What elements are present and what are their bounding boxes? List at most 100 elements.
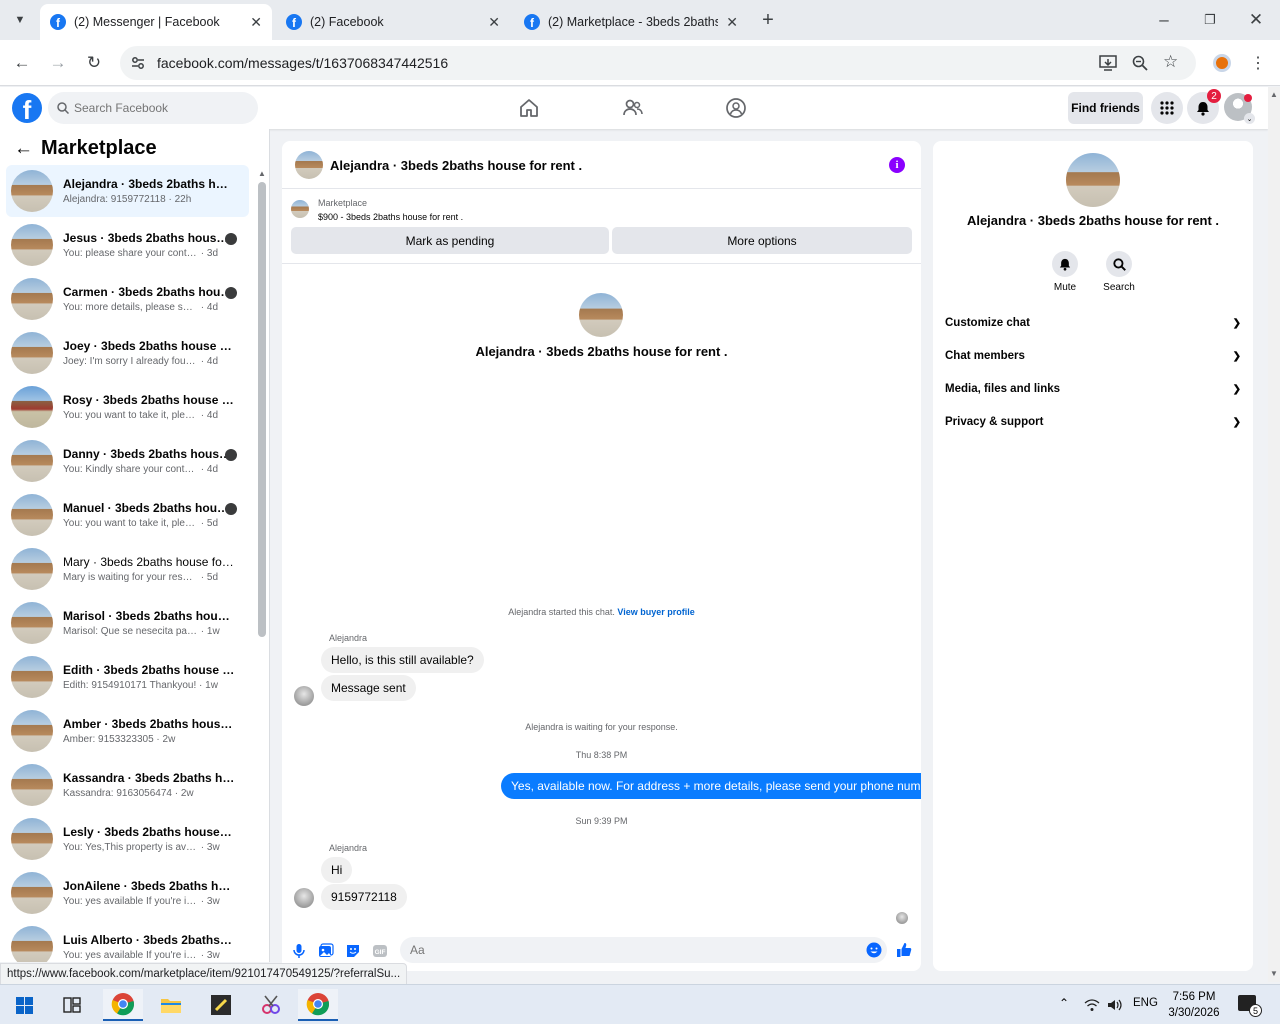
message-bubble[interactable]: 9159772118 [321, 884, 407, 910]
site-info-icon[interactable] [130, 55, 146, 71]
sticky-notes-icon[interactable] [201, 989, 241, 1021]
facebook-search-box[interactable] [48, 92, 258, 124]
show-hidden-icons-chevron-icon[interactable]: ⌃ [1059, 996, 1069, 1010]
snipping-tool-icon[interactable] [251, 989, 291, 1021]
sender-avatar[interactable] [294, 686, 314, 706]
sender-avatar[interactable] [294, 888, 314, 908]
scroll-down-icon[interactable]: ▼ [1270, 969, 1278, 978]
my-message-bubble[interactable]: Yes, available now. For address + more d… [501, 773, 921, 799]
chat-members-row[interactable]: Chat members ❯ [945, 346, 1241, 366]
view-buyer-profile-link[interactable]: View buyer profile [617, 607, 694, 617]
emoji-icon[interactable] [866, 942, 882, 958]
search-in-chat-button[interactable]: Search [1099, 251, 1139, 293]
chrome-taskbar-icon-2[interactable] [298, 989, 338, 1021]
start-windows-icon[interactable] [4, 989, 44, 1021]
network-icon[interactable] [1084, 998, 1100, 1012]
chat-avatar[interactable] [295, 151, 323, 179]
conversation-item[interactable]: Manuel · 3beds 2baths house... You: you w… [6, 489, 249, 541]
close-window-icon[interactable]: ✕ [1245, 9, 1267, 31]
menu-grid-button[interactable] [1151, 92, 1183, 124]
microphone-icon[interactable] [291, 943, 307, 959]
chrome-taskbar-icon[interactable] [103, 989, 143, 1021]
chevron-down-icon: ❯ [1232, 317, 1241, 329]
facebook-logo-icon[interactable]: f [12, 93, 42, 123]
details-avatar[interactable] [1066, 153, 1120, 207]
page-scrollbar[interactable]: ▲ ▼ [1268, 87, 1280, 982]
conversation-item[interactable]: Rosy · 3beds 2baths house for r... You: y… [6, 381, 249, 433]
close-tab-icon[interactable]: ✕ [488, 14, 500, 31]
conversation-avatar [11, 764, 53, 806]
conversation-preview-line: Amber: 9153323305 · 2w [63, 734, 238, 745]
conversation-preview-line: Alejandra: 9159772118 · 22h [63, 194, 238, 205]
minimize-window-icon[interactable]: – [1153, 9, 1175, 31]
bookmark-star-icon[interactable]: ☆ [1163, 52, 1178, 72]
list-scrollbar[interactable] [258, 182, 266, 637]
conversation-time: · 5d [200, 518, 219, 529]
listing-title[interactable]: $900 - 3beds 2baths house for rent . [318, 212, 463, 222]
seen-indicator-avatar [225, 287, 237, 299]
sticker-icon[interactable] [345, 943, 361, 959]
conversation-item[interactable]: JonAilene · 3beds 2baths house... You: ye… [6, 867, 249, 919]
task-view-icon[interactable] [52, 989, 92, 1021]
account-chevron-icon[interactable]: ⌄ [1244, 113, 1255, 124]
scroll-up-icon[interactable]: ▲ [1270, 90, 1278, 99]
reload-icon[interactable]: ↻ [83, 52, 105, 74]
install-app-icon[interactable] [1099, 55, 1117, 71]
forward-arrow-icon[interactable]: → [47, 52, 69, 74]
close-tab-icon[interactable]: ✕ [250, 14, 262, 31]
zoom-icon[interactable] [1132, 55, 1148, 71]
more-options-button[interactable]: More options [612, 227, 912, 254]
intro-avatar[interactable] [579, 293, 623, 337]
message-bubble[interactable]: Hello, is this still available? [321, 647, 484, 673]
search-input[interactable] [74, 101, 244, 115]
message-bubble[interactable]: Message sent [321, 675, 416, 701]
conversation-item[interactable]: Danny · 3beds 2baths house ... You: Kindl… [6, 435, 249, 487]
conversation-item[interactable]: Jesus · 3beds 2baths house f... You: plea… [6, 219, 249, 271]
language-indicator[interactable]: ENG [1133, 997, 1158, 1009]
back-arrow-icon[interactable]: ← [14, 138, 33, 160]
groups-icon[interactable] [725, 97, 747, 119]
conversation-item[interactable]: Carmen · 3beds 2baths hous... You: more d… [6, 273, 249, 325]
chat-title[interactable]: Alejandra · 3beds 2baths house for rent … [330, 158, 582, 173]
message-input[interactable] [400, 937, 887, 963]
conversation-item[interactable]: Lesly · 3beds 2baths house for r... You: … [6, 813, 249, 865]
customize-chat-row[interactable]: Customize chat ❯ [945, 313, 1241, 333]
gif-icon[interactable]: GIF [372, 943, 388, 959]
conversation-item[interactable]: Edith · 3beds 2baths house for r... Edith… [6, 651, 249, 703]
address-bar[interactable]: facebook.com/messages/t/1637068347442516… [120, 46, 1196, 80]
mute-button[interactable]: Mute [1045, 251, 1085, 293]
conversation-item[interactable]: Kassandra · 3beds 2baths hous... Kassandr… [6, 759, 249, 811]
media-files-links-row[interactable]: Media, files and links ❯ [945, 379, 1241, 399]
browser-menu-icon[interactable]: ⋮ [1247, 52, 1269, 74]
like-thumb-icon[interactable] [896, 942, 912, 958]
info-icon[interactable]: i [889, 157, 905, 173]
clock[interactable]: 7:56 PM 3/30/2026 [1162, 989, 1226, 1021]
mark-as-pending-button[interactable]: Mark as pending [291, 227, 609, 254]
volume-icon[interactable] [1107, 998, 1123, 1012]
conversation-item[interactable]: Alejandra · 3beds 2baths house... Alejand… [6, 165, 249, 217]
friends-icon[interactable] [622, 97, 644, 119]
profile-extension-icon[interactable] [1213, 54, 1231, 72]
back-arrow-icon[interactable]: ← [11, 52, 33, 74]
conversation-item[interactable]: Amber · 3beds 2baths house fo... Amber: 9… [6, 705, 249, 757]
tab-facebook[interactable]: f (2) Facebook ✕ [276, 4, 510, 40]
conversation-item[interactable]: Joey · 3beds 2baths house for r... Joey: … [6, 327, 249, 379]
conversation-avatar [11, 386, 53, 428]
conversation-item[interactable]: Marisol · 3beds 2baths house f... Marisol… [6, 597, 249, 649]
photo-icon[interactable] [318, 943, 334, 959]
tab-marketplace[interactable]: f (2) Marketplace - 3beds 2baths ✕ [514, 4, 748, 40]
new-tab-plus-icon[interactable]: + [757, 9, 779, 31]
message-bubble[interactable]: Hi [321, 857, 353, 883]
scroll-up-icon[interactable]: ▲ [258, 169, 266, 178]
tab-messenger[interactable]: f (2) Messenger | Facebook ✕ [40, 4, 272, 40]
restore-window-icon[interactable]: ❐ [1199, 9, 1221, 31]
close-tab-icon[interactable]: ✕ [726, 14, 738, 31]
tab-search-chevron-icon[interactable]: ▼ [9, 9, 31, 31]
privacy-support-row[interactable]: Privacy & support ❯ [945, 412, 1241, 432]
file-explorer-icon[interactable] [151, 989, 191, 1021]
home-icon[interactable] [518, 97, 540, 119]
find-friends-button[interactable]: Find friends [1068, 92, 1143, 124]
listing-thumbnail[interactable] [291, 200, 309, 218]
conversation-item[interactable]: Mary · 3beds 2baths house for ... Mary is… [6, 543, 249, 595]
conversation-item[interactable]: Luis Alberto · 3beds 2baths hou... You: y… [6, 921, 249, 962]
